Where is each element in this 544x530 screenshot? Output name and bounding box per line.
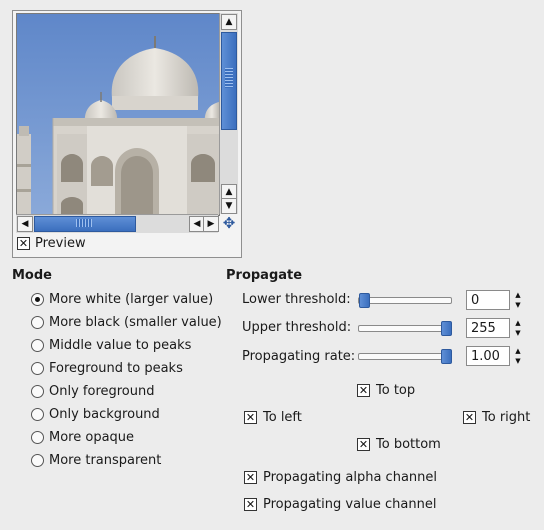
upper-threshold-slider[interactable] [358, 325, 452, 332]
to-right-label: To right [482, 410, 531, 425]
propagating-rate-label: Propagating rate: [242, 349, 356, 364]
lower-threshold-label: Lower threshold: [242, 292, 351, 307]
mode-heading: Mode [12, 268, 52, 283]
upper-threshold-decrement-icon[interactable]: ▼ [512, 328, 524, 338]
mode-radio-foreground-peaks[interactable] [31, 362, 44, 375]
upper-threshold-label: Upper threshold: [242, 320, 352, 335]
mode-label-more-black: More black (smaller value) [49, 315, 222, 330]
lower-threshold-slider-knob[interactable] [359, 293, 370, 308]
scroll-up-icon[interactable]: ▲ [221, 14, 237, 30]
vertical-scroll-grip [225, 68, 233, 88]
to-bottom-checkbox[interactable]: ✕ [357, 438, 370, 451]
to-bottom-label: To bottom [376, 437, 441, 452]
scroll-right-icon[interactable]: ▶ [203, 216, 219, 232]
lower-threshold-increment-icon[interactable]: ▲ [512, 290, 524, 300]
mode-label-more-white: More white (larger value) [49, 292, 214, 307]
propagating-rate-slider[interactable] [358, 353, 452, 360]
mode-radio-more-transparent[interactable] [31, 454, 44, 467]
lower-threshold-decrement-icon[interactable]: ▼ [512, 300, 524, 310]
scroll-down-icon[interactable]: ▼ [221, 198, 237, 214]
navigate-icon[interactable]: ✥ [220, 214, 238, 232]
mode-label-more-transparent: More transparent [49, 453, 162, 468]
propagating-rate-increment-icon[interactable]: ▲ [512, 346, 524, 356]
mode-radio-more-opaque[interactable] [31, 431, 44, 444]
horizontal-scroll-grip [76, 219, 92, 227]
preview-label: Preview [35, 236, 86, 251]
upper-threshold-input[interactable]: 255 [466, 318, 510, 338]
propagating-rate-slider-knob[interactable] [441, 349, 452, 364]
taj-mahal-image [17, 14, 219, 215]
value-channel-label: Propagating value channel [263, 497, 437, 512]
mode-label-foreground-peaks: Foreground to peaks [49, 361, 183, 376]
to-top-checkbox[interactable]: ✕ [357, 384, 370, 397]
alpha-channel-checkbox[interactable]: ✕ [244, 471, 257, 484]
to-left-checkbox[interactable]: ✕ [244, 411, 257, 424]
mode-radio-only-foreground[interactable] [31, 385, 44, 398]
preview-checkbox[interactable]: ✕ [17, 237, 30, 250]
to-left-label: To left [263, 410, 302, 425]
mode-radio-more-white[interactable] [31, 293, 44, 306]
mode-radio-only-background[interactable] [31, 408, 44, 421]
propagate-heading: Propagate [226, 268, 303, 283]
propagating-rate-input[interactable]: 1.00 [466, 346, 510, 366]
to-right-checkbox[interactable]: ✕ [463, 411, 476, 424]
upper-threshold-slider-knob[interactable] [441, 321, 452, 336]
mode-radio-more-black[interactable] [31, 316, 44, 329]
upper-threshold-increment-icon[interactable]: ▲ [512, 318, 524, 328]
to-top-label: To top [376, 383, 416, 398]
preview-image[interactable] [16, 13, 220, 216]
lower-threshold-slider[interactable] [358, 297, 452, 304]
lower-threshold-input[interactable]: 0 [466, 290, 510, 310]
scroll-left-icon[interactable]: ◀ [17, 216, 33, 232]
mode-label-only-foreground: Only foreground [49, 384, 155, 399]
mode-radio-middle-value[interactable] [31, 339, 44, 352]
alpha-channel-label: Propagating alpha channel [263, 470, 438, 485]
mode-label-only-background: Only background [49, 407, 160, 422]
mode-label-more-opaque: More opaque [49, 430, 135, 445]
mode-label-middle-value: Middle value to peaks [49, 338, 192, 353]
value-channel-checkbox[interactable]: ✕ [244, 498, 257, 511]
propagating-rate-decrement-icon[interactable]: ▼ [512, 356, 524, 366]
